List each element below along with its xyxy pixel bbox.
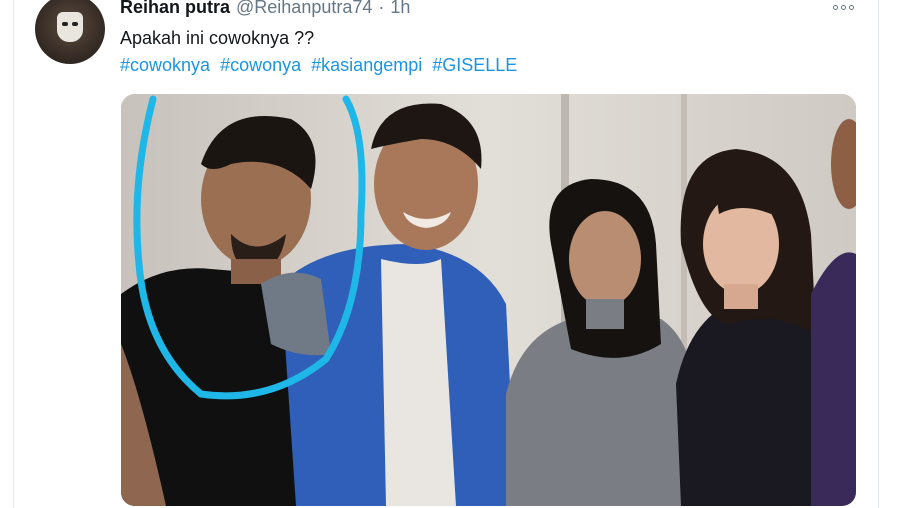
- tweet-timestamp[interactable]: 1h: [390, 0, 410, 18]
- display-name[interactable]: Reihan putra: [120, 0, 230, 18]
- more-dot: [840, 4, 846, 10]
- hashtag-link[interactable]: #cowoknya: [120, 55, 210, 75]
- tweet-card[interactable]: Reihan putra @Reihanputra74 · 1h Apakah …: [0, 0, 900, 508]
- tweet-text: Apakah ini cowoknya ??: [120, 28, 315, 48]
- hashtag-link[interactable]: #cowonya: [220, 55, 301, 75]
- more-dot: [848, 4, 854, 10]
- tweet-photo[interactable]: [121, 94, 856, 506]
- hashtag-link[interactable]: #kasiangempi: [311, 55, 422, 75]
- more-options-icon[interactable]: [830, 0, 856, 14]
- user-handle[interactable]: @Reihanputra74: [236, 0, 372, 18]
- timeline-right-border: [878, 0, 879, 508]
- tweet-header: Reihan putra @Reihanputra74 · 1h: [120, 0, 410, 19]
- hashtag-list: #cowoknya #cowonya #kasiangempi #GISELLE: [120, 55, 517, 76]
- header-separator: ·: [378, 0, 385, 17]
- avatar[interactable]: [35, 0, 105, 64]
- avatar-mask-figure: [57, 12, 83, 42]
- more-dot: [832, 4, 838, 10]
- timeline-left-border: [13, 0, 14, 508]
- photo-illustration: [121, 94, 856, 506]
- hashtag-link[interactable]: #GISELLE: [432, 55, 517, 75]
